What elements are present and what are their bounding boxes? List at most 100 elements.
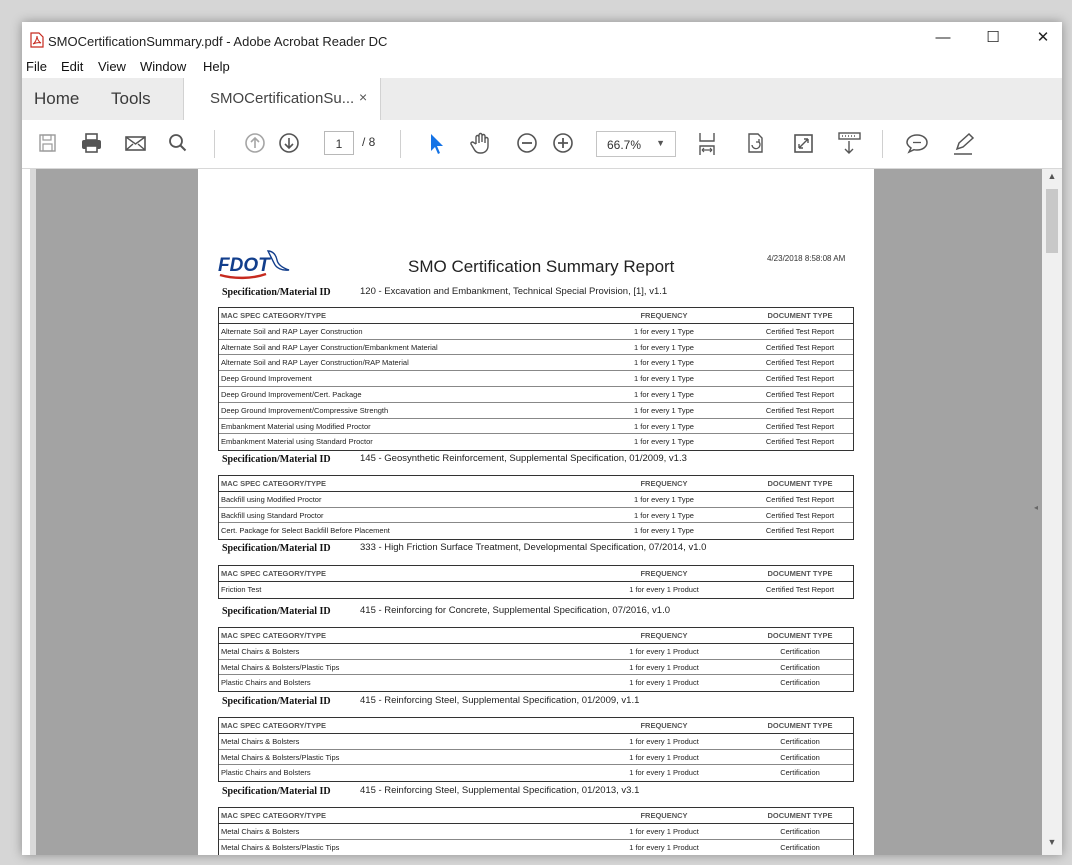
spec-material-value: 120 - Excavation and Embankment, Technic…	[360, 286, 668, 297]
fit-page-icon[interactable]	[692, 128, 722, 158]
cell-document-type: Certified Test Report	[765, 389, 835, 399]
cell-frequency: 1 for every 1 Type	[634, 358, 694, 368]
table-row: Metal Chairs & Bolsters/Plastic Tips 1 fo…	[219, 660, 853, 676]
scroll-mode-icon[interactable]	[834, 128, 864, 158]
spec-material-label: Specification/Material ID	[222, 606, 331, 617]
report-date: 4/23/2018 8:58:08 AM	[767, 254, 846, 263]
chevron-down-icon: ▼	[656, 138, 665, 148]
column-header-frequency: FREQUENCY	[640, 569, 688, 578]
cell-frequency: 1 for every 1 Product	[629, 826, 699, 836]
cell-category: Cert. Package for Select Backfill Before…	[221, 526, 390, 536]
table-row: Metal Chairs & Bolsters 1 for every 1 Pro…	[219, 734, 853, 750]
certification-table: MAC SPEC CATEGORY/TYPE FREQUENCY DOCUMENT …	[218, 627, 854, 693]
cell-document-type: Certified Test Report	[765, 405, 835, 415]
cell-category: Plastic Chairs and Bolsters	[221, 768, 311, 778]
cell-document-type: Certification	[780, 662, 820, 672]
spec-material-label: Specification/Material ID	[222, 543, 331, 554]
expand-right-panel-icon[interactable]: ◂	[1034, 503, 1038, 512]
table-row: Backfill using Modified Proctor 1 for eve…	[219, 492, 853, 508]
fdot-logo: FDOT	[218, 250, 290, 280]
menu-view[interactable]: View	[98, 59, 126, 74]
cell-category: Embankment Material using Modified Proct…	[221, 421, 371, 431]
tab-document[interactable]: SMOCertificationSu... ×	[183, 78, 381, 121]
cell-document-type: Certification	[780, 826, 820, 836]
tab-home[interactable]: Home	[34, 78, 79, 120]
column-header-document-type: DOCUMENT TYPE	[767, 569, 833, 578]
page-total: / 8	[362, 135, 376, 149]
spec-material-value: 415 - Reinforcing Steel, Supplemental Sp…	[360, 695, 640, 706]
column-header-category: MAC SPEC CATEGORY/TYPE	[221, 631, 327, 640]
cell-frequency: 1 for every 1 Product	[629, 678, 699, 688]
save-icon[interactable]	[32, 128, 62, 158]
column-header-category: MAC SPEC CATEGORY/TYPE	[221, 569, 327, 578]
maximize-button[interactable]: ☐	[980, 28, 1006, 48]
column-header-document-type: DOCUMENT TYPE	[767, 479, 833, 488]
certification-table: MAC SPEC CATEGORY/TYPE FREQUENCY DOCUMENT …	[218, 475, 854, 541]
cell-frequency: 1 for every 1 Product	[629, 752, 699, 762]
previous-page-icon[interactable]	[240, 128, 270, 158]
zoom-in-icon[interactable]	[548, 128, 578, 158]
zoom-out-icon[interactable]	[512, 128, 542, 158]
certification-table: MAC SPEC CATEGORY/TYPE FREQUENCY DOCUMENT …	[218, 565, 854, 599]
close-window-button[interactable]: ✕	[1030, 28, 1056, 48]
comment-icon[interactable]	[902, 128, 932, 158]
cell-document-type: Certification	[780, 752, 820, 762]
table-row: Alternate Soil and RAP Layer Constructio…	[219, 355, 853, 372]
sign-icon[interactable]	[948, 128, 978, 158]
table-header-row: MAC SPEC CATEGORY/TYPE FREQUENCY DOCUMENT …	[219, 718, 853, 734]
cell-document-type: Certified Test Report	[765, 494, 835, 504]
select-pointer-icon[interactable]	[420, 128, 450, 158]
left-panel-toggle[interactable]	[30, 169, 36, 855]
column-header-category: MAC SPEC CATEGORY/TYPE	[221, 721, 327, 730]
cell-category: Alternate Soil and RAP Layer Constructio…	[221, 358, 409, 368]
cell-category: Plastic Chairs and Bolsters	[221, 678, 311, 688]
spec-material-value: 333 - High Friction Surface Treatment, D…	[360, 542, 707, 553]
scroll-up-icon[interactable]: ▲	[1042, 171, 1062, 185]
page-number-input[interactable]: 1	[324, 131, 354, 155]
cell-category: Alternate Soil and RAP Layer Constructio…	[221, 342, 438, 352]
next-page-icon[interactable]	[274, 128, 304, 158]
hand-tool-icon[interactable]	[466, 128, 496, 158]
search-icon[interactable]	[162, 128, 192, 158]
cell-category: Deep Ground Improvement	[221, 374, 312, 384]
rotate-icon[interactable]	[740, 128, 770, 158]
tab-close-icon[interactable]: ×	[359, 89, 367, 105]
table-row: Friction Test 1 for every 1 Product Certif…	[219, 582, 853, 598]
cell-category: Metal Chairs & Bolsters/Plastic Tips	[221, 662, 340, 672]
minimize-button[interactable]: —	[930, 28, 956, 48]
full-screen-icon[interactable]	[788, 128, 818, 158]
toolbar: 1 / 8 66.7% ▼	[22, 120, 1062, 169]
tab-tools[interactable]: Tools	[111, 78, 151, 120]
table-row: Alternate Soil and RAP Layer Constructio…	[219, 340, 853, 356]
certification-table: MAC SPEC CATEGORY/TYPE FREQUENCY DOCUMENT …	[218, 307, 854, 452]
document-viewport[interactable]: ▸ FDOT SMO Certification Summary Report …	[30, 169, 1062, 855]
cell-frequency: 1 for every 1 Product	[629, 646, 699, 656]
scroll-down-icon[interactable]: ▼	[1042, 837, 1062, 851]
table-row: Plastic Chairs and Bolsters 1 for every 1…	[219, 765, 853, 781]
menu-window[interactable]: Window	[140, 59, 186, 74]
vertical-scrollbar[interactable]: ▲ ▼	[1042, 169, 1062, 855]
zoom-dropdown[interactable]: 66.7% ▼	[596, 131, 676, 157]
cell-category: Metal Chairs & Bolsters	[221, 736, 300, 746]
certification-table: MAC SPEC CATEGORY/TYPE FREQUENCY DOCUMENT …	[218, 717, 854, 783]
cell-frequency: 1 for every 1 Type	[634, 342, 694, 352]
menu-file[interactable]: File	[26, 59, 47, 74]
column-header-category: MAC SPEC CATEGORY/TYPE	[221, 811, 327, 820]
cell-category: Metal Chairs & Bolsters	[221, 826, 300, 836]
menu-edit[interactable]: Edit	[61, 59, 83, 74]
spec-material-label: Specification/Material ID	[222, 696, 331, 707]
scrollbar-thumb[interactable]	[1046, 189, 1058, 253]
cell-frequency: 1 for every 1 Product	[629, 736, 699, 746]
cell-category: Alternate Soil and RAP Layer Constructio…	[221, 326, 363, 336]
cell-frequency: 1 for every 1 Type	[634, 374, 694, 384]
print-icon[interactable]	[76, 128, 106, 158]
cell-document-type: Certification	[780, 842, 820, 852]
table-row: Metal Chairs & Bolsters 1 for every 1 Pro…	[219, 824, 853, 840]
table-row: Deep Ground Improvement/Compressive Stre…	[219, 403, 853, 419]
cell-document-type: Certified Test Report	[765, 421, 835, 431]
spec-material-value: 415 - Reinforcing for Concrete, Suppleme…	[360, 605, 670, 616]
table-header-row: MAC SPEC CATEGORY/TYPE FREQUENCY DOCUMENT …	[219, 628, 853, 644]
column-header-frequency: FREQUENCY	[640, 631, 688, 640]
email-icon[interactable]	[120, 128, 150, 158]
menu-help[interactable]: Help	[203, 59, 230, 74]
